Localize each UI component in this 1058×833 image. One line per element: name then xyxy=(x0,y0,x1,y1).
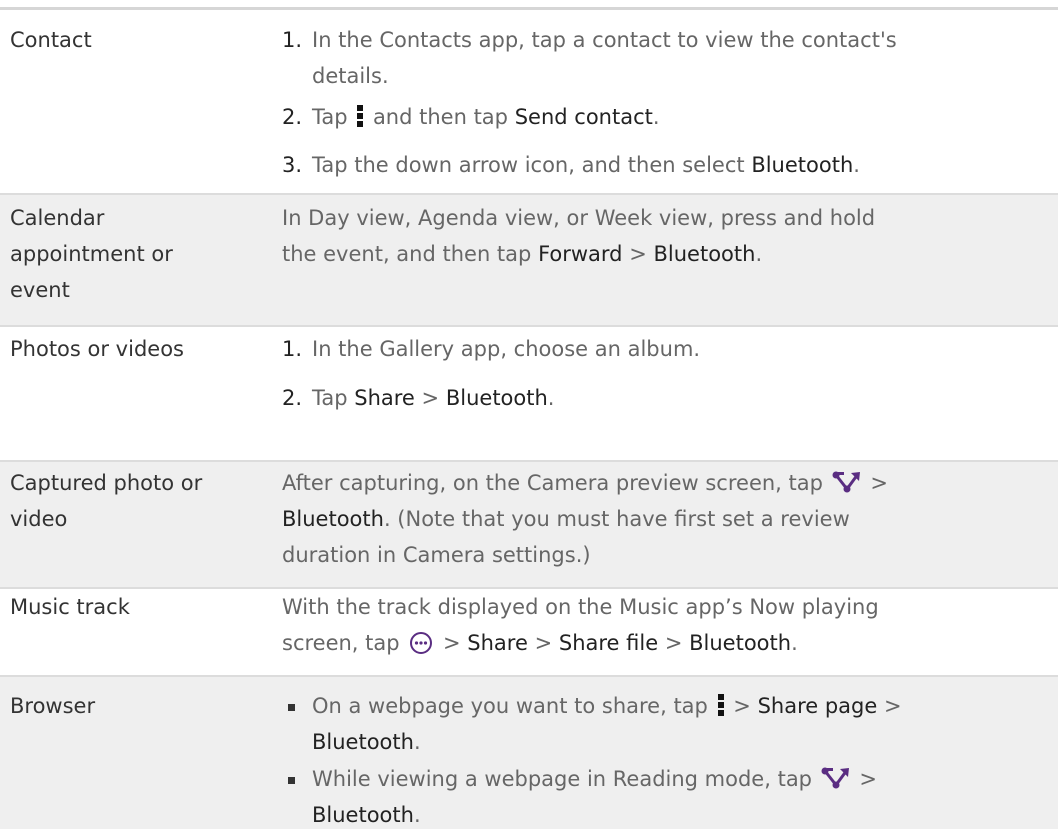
ui-term: Share file xyxy=(558,631,659,655)
step-text-line: In the Contacts app, tap a contact to vi… xyxy=(312,28,897,52)
bullet xyxy=(288,704,295,711)
ui-term: Share xyxy=(467,631,528,655)
table-row-calendar: Calendar appointment or event In Day vie… xyxy=(0,195,1058,325)
row-label-line: video xyxy=(10,507,68,531)
punctuation: . xyxy=(791,631,798,655)
step-text: Tap and then tap Send contact. xyxy=(312,99,1042,135)
step-text-part: Tap the down arrow icon, and then select xyxy=(312,153,745,177)
ui-term: Bluetooth xyxy=(445,386,548,410)
row-label-line: Calendar xyxy=(10,206,105,230)
row-label: Music track xyxy=(10,595,130,619)
description-part: After capturing, on the Camera preview s… xyxy=(282,471,823,495)
path-separator: > xyxy=(534,631,553,655)
table-row-photos: Photos or videos 1. In the Gallery app, … xyxy=(0,327,1058,460)
row-description: After capturing, on the Camera preview s… xyxy=(282,465,1042,573)
ui-term: Bluetooth xyxy=(312,803,414,827)
bullet-text-part: While viewing a webpage in Reading mode,… xyxy=(312,767,813,791)
step-text-part: Tap xyxy=(312,386,348,410)
step-text-line: details. xyxy=(312,64,389,88)
ui-term: Share page xyxy=(757,694,878,718)
step-number: 3. xyxy=(282,153,303,177)
step-text: In the Gallery app, choose an album. xyxy=(312,337,701,361)
ui-term: Bluetooth xyxy=(751,153,854,177)
row-label-line: appointment or xyxy=(10,242,173,266)
step-text: In the Contacts app, tap a contact to vi… xyxy=(312,22,1042,94)
share-icon xyxy=(832,471,860,493)
ui-term: Bluetooth xyxy=(689,631,792,655)
step-number: 2. xyxy=(282,386,303,410)
path-separator: > xyxy=(870,471,888,495)
ui-term: Bluetooth xyxy=(282,507,384,531)
punctuation: . xyxy=(547,386,555,410)
bullet-text: While viewing a webpage in Reading mode,… xyxy=(312,761,1042,833)
path-separator: > xyxy=(664,631,683,655)
punctuation: . xyxy=(755,242,763,266)
bullet-text: On a webpage you want to share, tap > Sh… xyxy=(312,688,1042,760)
punctuation: . xyxy=(853,153,860,177)
row-label: Browser xyxy=(10,694,96,718)
bullet xyxy=(288,777,295,784)
table-row-captured: Captured photo or video After capturing,… xyxy=(0,462,1058,587)
table-row-contact: Contact 1. In the Contacts app, tap a co… xyxy=(0,10,1058,193)
punctuation: . xyxy=(413,730,421,754)
bullet-text-part: On a webpage you want to share, tap xyxy=(312,694,708,718)
row-label: Photos or videos xyxy=(10,337,184,361)
step-number: 2. xyxy=(282,105,303,129)
ui-term: Share xyxy=(354,386,415,410)
row-label: Captured photo or video xyxy=(10,465,275,537)
punctuation: . xyxy=(413,803,421,827)
path-separator: > xyxy=(442,631,461,655)
description-part: screen, tap xyxy=(282,631,400,655)
description-part: . (Note that you must have first set a r… xyxy=(383,507,850,531)
more-vertical-icon xyxy=(357,105,364,127)
ui-term: Bluetooth xyxy=(312,730,414,754)
step-number: 1. xyxy=(282,28,303,52)
ui-term: Bluetooth xyxy=(653,242,756,266)
share-icon xyxy=(821,767,849,789)
path-separator: > xyxy=(883,694,902,718)
ui-term: Send contact xyxy=(514,105,653,129)
step-text-part: Tap xyxy=(312,105,348,129)
description-line: With the track displayed on the Music ap… xyxy=(282,595,879,619)
description-line: duration in Camera settings.) xyxy=(282,543,591,567)
step-text: Tap the down arrow icon, and then select… xyxy=(312,147,1042,183)
path-separator: > xyxy=(733,694,751,718)
step-text: Tap Share > Bluetooth. xyxy=(312,380,1042,416)
step-text-part: and then tap xyxy=(372,105,509,129)
table-row-music: Music track With the track displayed on … xyxy=(0,589,1058,675)
description-part: the event, and then tap xyxy=(282,242,532,266)
table-row-browser: Browser On a webpage you want to share, … xyxy=(0,677,1058,829)
step-number: 1. xyxy=(282,337,303,361)
path-separator: > xyxy=(859,767,877,791)
row-label: Calendar appointment or event xyxy=(10,200,275,308)
path-separator: > xyxy=(421,386,440,410)
row-label: Contact xyxy=(10,28,92,52)
row-description: With the track displayed on the Music ap… xyxy=(282,589,1042,661)
more-vertical-icon xyxy=(717,694,724,716)
row-label-line: event xyxy=(10,278,70,302)
row-label-line: Captured photo or xyxy=(10,471,203,495)
path-separator: > xyxy=(629,242,647,266)
more-horizontal-circle-icon xyxy=(410,632,433,654)
row-description: In Day view, Agenda view, or Week view, … xyxy=(282,200,1042,272)
description-line: In Day view, Agenda view, or Week view, … xyxy=(282,206,876,230)
ui-term: Forward xyxy=(538,242,623,266)
punctuation: . xyxy=(652,105,660,129)
